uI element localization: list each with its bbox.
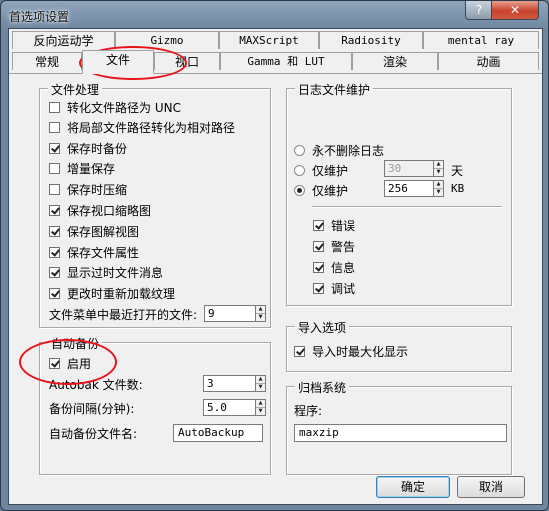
recent-files-spinner[interactable]: 9 ▲ ▼ <box>204 305 266 322</box>
tab-maxscript[interactable]: MAXScript <box>219 31 319 49</box>
window-title: 首选项设置 <box>9 10 70 24</box>
log-maintenance-legend: 日志文件维护 <box>295 81 374 98</box>
cancel-button[interactable]: 取消 <box>457 476 525 498</box>
dialog-client-area: 反向运动学 Gizmo MAXScript Radiosity mental r… <box>8 28 543 505</box>
spin-down-icon[interactable]: ▼ <box>256 383 265 391</box>
option-backup-on-save[interactable]: 保存时备份 <box>49 140 127 157</box>
archive-program-label: 程序: <box>294 404 323 418</box>
checkbox[interactable] <box>49 163 60 174</box>
option-save-thumbnail[interactable]: 保存视口缩略图 <box>49 202 151 219</box>
log-level-info[interactable]: 信息 <box>313 259 355 276</box>
recent-files-label: 文件菜单中最近打开的文件: <box>49 308 198 322</box>
checkbox[interactable] <box>49 226 60 237</box>
highlight-circle-autobackup <box>19 339 117 385</box>
log-kb-unit: KB <box>451 182 465 195</box>
radio-button[interactable] <box>294 185 305 196</box>
import-options-group: 导入选项 导入时最大化显示 <box>286 319 512 372</box>
checkbox[interactable] <box>49 267 60 278</box>
log-level-warning[interactable]: 警告 <box>313 238 355 255</box>
recent-files-value[interactable]: 9 <box>204 305 256 322</box>
log-keep-kb-radio[interactable]: 仅维护 <box>294 182 348 199</box>
log-days-value[interactable]: 30 <box>384 160 434 177</box>
log-kb-spinner[interactable]: 256 ▲ ▼ <box>384 180 444 197</box>
tab-animation[interactable]: 动画 <box>438 52 539 70</box>
checkbox[interactable] <box>49 288 60 299</box>
spin-up-icon[interactable]: ▲ <box>256 376 265 383</box>
option-save-schematic[interactable]: 保存图解视图 <box>49 223 139 240</box>
autobackup-interval-value[interactable]: 5.0 <box>203 399 256 416</box>
import-options-legend: 导入选项 <box>295 319 350 336</box>
spin-down-icon[interactable]: ▼ <box>256 313 265 321</box>
option-relative-paths[interactable]: 将局部文件路径转化为相对路径 <box>49 119 235 136</box>
tab-mental-ray[interactable]: mental ray <box>423 31 539 49</box>
archive-system-group: 归档系统 程序: maxzip <box>286 379 512 475</box>
log-days-unit: 天 <box>451 164 464 178</box>
spin-up-icon[interactable]: ▲ <box>256 306 265 313</box>
log-divider <box>312 206 502 207</box>
spin-up-icon[interactable]: ▲ <box>256 400 265 407</box>
option-obsolete-message[interactable]: 显示过时文件消息 <box>49 264 163 281</box>
title-bar[interactable]: 首选项设置 ? ✕ <box>1 1 549 29</box>
log-keep-days-radio[interactable]: 仅维护 <box>294 162 348 179</box>
archive-program-field[interactable]: maxzip <box>294 424 507 442</box>
autobackup-name-label: 自动备份文件名: <box>49 427 138 441</box>
radio-button[interactable] <box>294 145 305 156</box>
help-button[interactable]: ? <box>465 1 493 20</box>
option-increment-save[interactable]: 增量保存 <box>49 160 115 177</box>
spin-down-icon[interactable]: ▼ <box>434 168 443 176</box>
autobackup-count-spinner[interactable]: 3 ▲ ▼ <box>203 375 266 392</box>
log-days-spinner[interactable]: 30 ▲ ▼ <box>384 160 444 177</box>
checkbox[interactable] <box>49 247 60 258</box>
file-handling-group: 文件处理 转化文件路径为 UNC 将局部文件路径转化为相对路径 保存时备份 增量… <box>39 81 271 328</box>
import-maximize-option[interactable]: 导入时最大化显示 <box>294 343 408 360</box>
checkbox[interactable] <box>49 184 60 195</box>
tab-radiosity[interactable]: Radiosity <box>319 31 423 49</box>
checkbox[interactable] <box>313 262 324 273</box>
log-kb-value[interactable]: 256 <box>384 180 434 197</box>
archive-system-legend: 归档系统 <box>295 379 350 396</box>
spin-up-icon[interactable]: ▲ <box>434 181 443 188</box>
close-button[interactable]: ✕ <box>491 1 539 20</box>
checkbox[interactable] <box>49 143 60 154</box>
autobackup-interval-label: 备份间隔(分钟): <box>49 402 135 416</box>
tab-files[interactable]: 文件 <box>82 50 154 74</box>
checkbox[interactable] <box>313 283 324 294</box>
checkbox[interactable] <box>313 220 324 231</box>
tab-rendering[interactable]: 渲染 <box>352 52 438 70</box>
spin-down-icon[interactable]: ▼ <box>256 407 265 415</box>
autobackup-interval-spinner[interactable]: 5.0 ▲ ▼ <box>203 399 266 416</box>
checkbox[interactable] <box>49 205 60 216</box>
tab-ik[interactable]: 反向运动学 <box>12 31 115 49</box>
files-tab-panel: 文件处理 转化文件路径为 UNC 将局部文件路径转化为相对路径 保存时备份 增量… <box>9 73 542 504</box>
spin-up-icon[interactable]: ▲ <box>434 161 443 168</box>
checkbox[interactable] <box>294 346 305 357</box>
radio-button[interactable] <box>294 165 305 176</box>
log-level-debug[interactable]: 调试 <box>313 280 355 297</box>
ok-button[interactable]: 确定 <box>376 476 450 498</box>
option-compress-on-save[interactable]: 保存时压缩 <box>49 181 127 198</box>
checkbox[interactable] <box>49 122 60 133</box>
log-maintenance-group: 日志文件维护 永不删除日志 仅维护 30 ▲ ▼ 天 仅维护 256 ▲ ▼ KB … <box>286 81 512 306</box>
log-never-delete-radio[interactable]: 永不删除日志 <box>294 142 384 159</box>
tab-gamma-lut[interactable]: Gamma 和 LUT <box>220 52 352 70</box>
checkbox[interactable] <box>49 102 60 113</box>
option-save-file-properties[interactable]: 保存文件属性 <box>49 244 139 261</box>
option-reload-textures[interactable]: 更改时重新加载纹理 <box>49 285 175 302</box>
autobackup-count-value[interactable]: 3 <box>203 375 256 392</box>
preferences-window: 首选项设置 ? ✕ 反向运动学 Gizmo MAXScript Radiosit… <box>0 0 549 511</box>
tab-general[interactable]: 常规 <box>12 52 82 70</box>
file-handling-legend: 文件处理 <box>48 81 103 98</box>
spin-down-icon[interactable]: ▼ <box>434 188 443 196</box>
option-convert-unc[interactable]: 转化文件路径为 UNC <box>49 99 181 116</box>
checkbox[interactable] <box>313 241 324 252</box>
autobackup-name-field[interactable]: AutoBackup <box>173 424 263 442</box>
log-level-error[interactable]: 错误 <box>313 217 355 234</box>
